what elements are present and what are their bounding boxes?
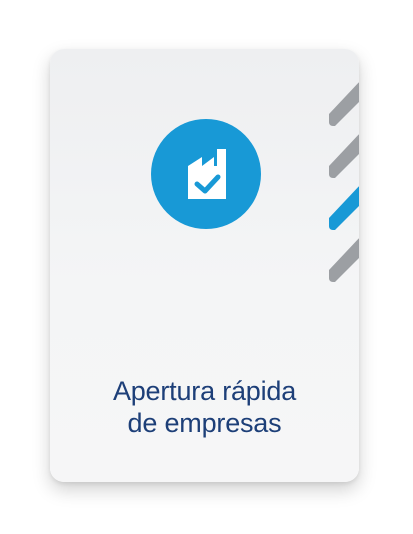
tab-2[interactable] xyxy=(329,132,359,178)
tab-3[interactable] xyxy=(329,184,359,230)
factory-check-icon xyxy=(151,119,261,229)
section-tabs xyxy=(329,80,359,300)
service-card[interactable]: Apertura rápida de empresas xyxy=(50,49,359,482)
tab-1[interactable] xyxy=(329,80,359,126)
card-title-line1: Apertura rápida xyxy=(112,376,297,406)
card-title-line2: de empresas xyxy=(127,408,282,438)
tab-4[interactable] xyxy=(329,236,359,282)
card-title: Apertura rápida de empresas xyxy=(50,375,359,439)
